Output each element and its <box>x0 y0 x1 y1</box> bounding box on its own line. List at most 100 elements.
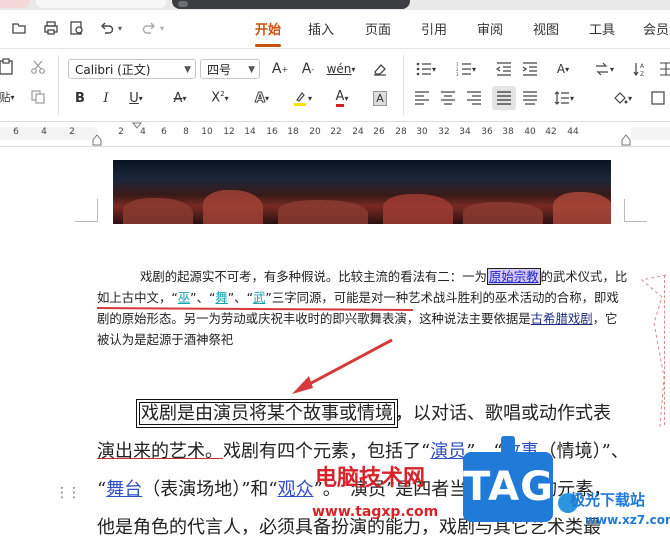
ruler-label: 4 <box>41 127 47 137</box>
text-direction-icon[interactable]: ▾ <box>590 59 618 79</box>
chevron-down-icon: ▼ <box>184 65 191 75</box>
ruler-label: 6 <box>13 127 19 137</box>
ruler-label: 42 <box>545 127 557 137</box>
clear-format-icon[interactable] <box>370 59 390 79</box>
separator <box>58 55 59 115</box>
align-right-icon[interactable] <box>464 88 484 108</box>
align-left-icon[interactable] <box>412 88 432 108</box>
print-preview-icon[interactable] <box>66 17 88 39</box>
tab-view[interactable]: 视图 <box>533 19 559 38</box>
tab-member[interactable]: 会员 <box>643 19 669 38</box>
ruler-label: 40 <box>524 127 536 137</box>
tab-icon <box>178 1 188 7</box>
annotation-arrow <box>299 338 393 391</box>
ruler-label: 32 <box>438 127 450 137</box>
phonetic-guide-icon[interactable]: wén ▾ <box>324 59 358 79</box>
font-size-value: 四号 <box>207 63 232 77</box>
chinese-layout-icon[interactable]: A ▾ <box>548 59 578 79</box>
strikethrough-icon[interactable]: A ▾ <box>166 88 194 108</box>
bullet-list-icon[interactable]: ▾ <box>412 59 440 79</box>
right-indent-marker[interactable] <box>620 134 632 146</box>
superscript-icon[interactable]: X2 ▾ <box>206 88 234 108</box>
svg-text:Z: Z <box>640 71 644 77</box>
shrink-font-icon[interactable]: A- <box>298 59 318 79</box>
hanging-indent-marker[interactable] <box>91 134 103 146</box>
distribute-icon[interactable] <box>520 88 540 108</box>
justify-icon[interactable] <box>492 86 516 110</box>
tab-review[interactable]: 审阅 <box>477 19 503 38</box>
line-spacing-icon[interactable]: ▾ <box>550 88 578 108</box>
chevron-down-icon: ▼ <box>248 65 255 75</box>
copy-icon[interactable] <box>28 87 48 107</box>
increase-indent-icon[interactable] <box>520 59 540 79</box>
show-marks-icon[interactable] <box>656 59 670 79</box>
print-icon[interactable] <box>40 17 62 39</box>
annotation-arrowhead <box>292 376 313 394</box>
ruler-label: 2 <box>118 127 124 137</box>
align-center-icon[interactable] <box>438 88 458 108</box>
window-tab-active[interactable] <box>172 0 410 9</box>
watermark-site: 极光下载站 <box>570 491 646 509</box>
open-file-icon[interactable] <box>8 17 30 39</box>
tab-references[interactable]: 引用 <box>421 19 447 38</box>
tab-home[interactable]: 开始 <box>255 19 281 38</box>
title-bar <box>0 0 670 10</box>
ruler-label: 36 <box>481 127 493 137</box>
ruler-label: 22 <box>330 127 342 137</box>
document-area[interactable]: 戏剧的起源实不可考，有多种假说。比较主流的看法有二：一为 原始宗教 的武术仪式，比如… <box>0 147 670 541</box>
horizontal-ruler[interactable]: 6 4 2 2 4 6 8 10 12 14 16 18 20 22 24 26… <box>0 122 670 147</box>
highlight-color-icon[interactable]: ▾ <box>288 88 316 108</box>
ruler-label: 38 <box>502 127 514 137</box>
ribbon-toolbar: 贴 ▾ Calibri (正文) ▼ 四号 ▼ A + A- wén ▾ B I U ▾ A… <box>0 49 670 122</box>
tab-page[interactable]: 页面 <box>365 19 391 38</box>
watermark-brand: 电脑技术网 <box>315 466 426 491</box>
paste-icon[interactable] <box>0 57 16 77</box>
decrease-indent-icon[interactable] <box>494 59 514 79</box>
tab-insert[interactable]: 插入 <box>308 19 334 38</box>
paste-dropdown[interactable]: 贴 ▾ <box>0 87 18 107</box>
redo-dropdown-icon[interactable]: ▾ <box>156 17 168 39</box>
ruler-label: 44 <box>567 127 579 137</box>
text-effect-icon[interactable]: A ▾ <box>248 88 276 108</box>
watermark-url: www.tagxp.com <box>312 504 439 520</box>
watermark-site-url: www.xz7.com <box>585 513 670 527</box>
active-tab-indicator <box>255 44 281 47</box>
ruler-label: 30 <box>416 127 428 137</box>
first-line-indent-marker[interactable] <box>131 122 143 146</box>
cut-icon[interactable] <box>28 57 48 77</box>
font-size-select[interactable]: 四号 ▼ <box>200 59 260 79</box>
font-color-icon[interactable]: A ▾ <box>328 88 356 108</box>
undo-dropdown-icon[interactable]: ▾ <box>114 17 126 39</box>
svg-text:3: 3 <box>456 72 459 76</box>
shading-icon[interactable]: ▾ <box>608 88 636 108</box>
borders-icon[interactable] <box>648 88 668 108</box>
ruler-label: 6 <box>161 127 167 137</box>
ruler-label: 20 <box>309 127 321 137</box>
italic-icon[interactable]: I <box>96 88 116 108</box>
ruler-label: 24 <box>352 127 364 137</box>
font-name-select[interactable]: Calibri (正文) ▼ <box>68 59 196 79</box>
bold-icon[interactable]: B <box>70 88 90 108</box>
character-shading-icon[interactable]: A <box>370 88 390 108</box>
ruler-label: 14 <box>244 127 256 137</box>
window-tab-2[interactable] <box>36 0 166 8</box>
ruler-label: 18 <box>287 127 299 137</box>
annotation-underline <box>96 307 414 311</box>
ruler-label: 26 <box>373 127 385 137</box>
numbered-list-icon[interactable]: 1 2 3 ▾ <box>452 59 480 79</box>
tab-tools[interactable]: 工具 <box>589 19 615 38</box>
margin-connector <box>640 274 667 428</box>
watermark-tag-logo: TAG <box>463 436 553 522</box>
ruler-label: 10 <box>201 127 213 137</box>
ruler-label: 8 <box>183 127 189 137</box>
font-name-value: Calibri (正文) <box>75 63 151 77</box>
ruler-label: 2 <box>69 127 75 137</box>
ruler-label: 16 <box>266 127 278 137</box>
window-tab-1[interactable] <box>0 0 30 8</box>
separator <box>403 55 404 115</box>
grow-font-icon[interactable]: A + <box>270 59 290 79</box>
menu-bar: ▾ ▾ 开始 插入 页面 引用 审阅 视图 工具 会员 <box>0 10 670 49</box>
ruler-label: 28 <box>395 127 407 137</box>
underline-icon[interactable]: U ▾ <box>122 88 150 108</box>
sort-icon[interactable]: AZ <box>630 59 650 79</box>
